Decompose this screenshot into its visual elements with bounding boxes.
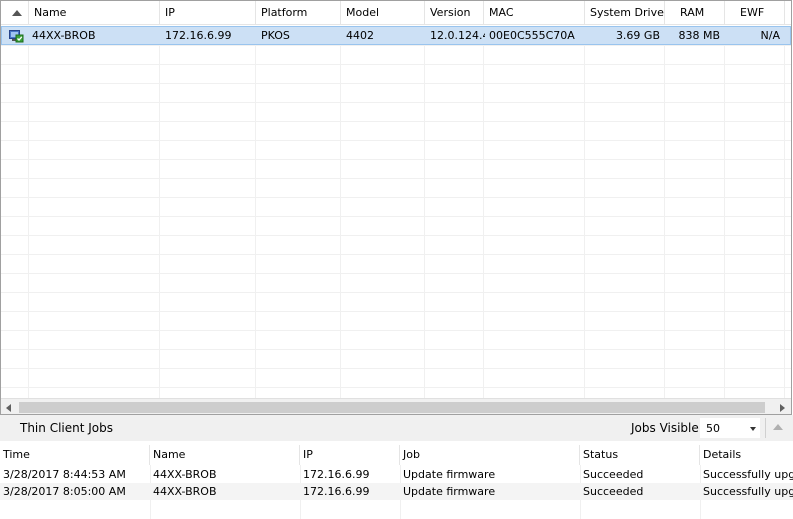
grid-line	[1, 159, 791, 160]
grid-line	[724, 26, 725, 398]
grid-line	[1, 349, 791, 350]
grid-line	[1, 197, 791, 198]
cell-name: 44XX-BROB	[32, 29, 96, 42]
device-grid[interactable]: Name IP Platform Model Version MAC Syste…	[0, 0, 792, 415]
cell-details: Successfully upgr	[703, 468, 793, 481]
grid-line	[1, 45, 791, 46]
grid-line	[340, 26, 341, 398]
jobs-column-header-ip[interactable]: IP	[300, 445, 400, 465]
grid-line	[1, 64, 791, 65]
grid-line	[1, 273, 791, 274]
cell-status: Succeeded	[583, 468, 644, 481]
grid-line	[1, 387, 791, 388]
chevron-down-icon	[750, 427, 756, 431]
grid-line	[1, 140, 791, 141]
jobs-column-header-status[interactable]: Status	[580, 445, 700, 465]
table-row[interactable]: 3/28/2017 8:05:00 AM 44XX-BROB 172.16.6.…	[0, 483, 793, 500]
scroll-right-icon[interactable]	[774, 399, 791, 414]
scroll-left-icon[interactable]	[1, 399, 18, 414]
cell-time: 3/28/2017 8:44:53 AM	[3, 468, 126, 481]
jobs-grid[interactable]: Time Name IP Job Status Details 3/28/201…	[0, 441, 793, 519]
grid-line	[1, 102, 791, 103]
device-grid-header: Name IP Platform Model Version MAC Syste…	[1, 1, 791, 25]
grid-line	[1, 330, 791, 331]
cell-job: Update firmware	[403, 485, 496, 498]
table-row[interactable]: 44XX-BROB 172.16.6.99 PKOS 4402 12.0.124…	[1, 26, 791, 45]
jobs-visible-label: Jobs Visible:	[631, 421, 703, 435]
device-grid-body: 44XX-BROB 172.16.6.99 PKOS 4402 12.0.124…	[1, 26, 791, 398]
grid-line	[1, 368, 791, 369]
jobs-panel-title: Thin Client Jobs	[20, 421, 113, 435]
cell-mac: 00E0C555C70A	[489, 29, 575, 42]
grid-line	[664, 26, 665, 398]
column-header-name[interactable]: Name	[29, 1, 160, 25]
grid-line	[1, 178, 791, 179]
thin-client-device-icon	[9, 30, 24, 43]
jobs-column-header-job[interactable]: Job	[400, 445, 580, 465]
column-header-system-drive[interactable]: System Drive	[585, 1, 665, 25]
cell-ip: 172.16.6.99	[165, 29, 232, 42]
cell-model: 4402	[346, 29, 374, 42]
cell-ip: 172.16.6.99	[303, 485, 370, 498]
column-header-version[interactable]: Version	[425, 1, 484, 25]
grid-line	[1, 216, 791, 217]
cell-ip: 172.16.6.99	[303, 468, 370, 481]
cell-details: Successfully upgr	[703, 485, 793, 498]
grid-line	[584, 26, 585, 398]
grid-line	[159, 26, 160, 398]
cell-ram: 838 MB	[678, 29, 720, 42]
cell-platform: PKOS	[261, 29, 290, 42]
column-header-model[interactable]: Model	[341, 1, 425, 25]
scrollbar-thumb[interactable]	[19, 402, 765, 413]
grid-line	[483, 26, 484, 398]
column-header-ip[interactable]: IP	[160, 1, 256, 25]
cell-version: 12.0.124.4	[430, 29, 485, 42]
jobs-visible-select[interactable]: 50	[700, 418, 760, 438]
sort-column-header[interactable]	[1, 1, 29, 25]
cell-name: 44XX-BROB	[153, 485, 217, 498]
column-header-ram[interactable]: RAM	[665, 1, 725, 25]
grid-line	[1, 254, 791, 255]
horizontal-scrollbar[interactable]	[1, 398, 791, 414]
cell-system-drive: 3.69 GB	[615, 29, 660, 42]
cell-job: Update firmware	[403, 468, 496, 481]
grid-line	[255, 26, 256, 398]
grid-line	[1, 311, 791, 312]
jobs-visible-value: 50	[706, 422, 720, 435]
grid-line	[424, 26, 425, 398]
column-header-ewf[interactable]: EWF	[725, 1, 785, 25]
grid-line	[28, 26, 29, 398]
grid-line	[1, 235, 791, 236]
jobs-column-header-details[interactable]: Details	[700, 445, 793, 465]
sort-ascending-icon	[12, 10, 22, 16]
table-row[interactable]: 3/28/2017 8:44:53 AM 44XX-BROB 172.16.6.…	[0, 466, 793, 483]
grid-line	[1, 121, 791, 122]
cell-time: 3/28/2017 8:05:00 AM	[3, 485, 126, 498]
collapse-panel-button[interactable]	[765, 418, 790, 438]
cell-status: Succeeded	[583, 485, 644, 498]
jobs-column-header-name[interactable]: Name	[150, 445, 300, 465]
column-header-mac[interactable]: MAC	[484, 1, 585, 25]
grid-line	[1, 292, 791, 293]
column-header-platform[interactable]: Platform	[256, 1, 341, 25]
jobs-column-header-time[interactable]: Time	[0, 445, 150, 465]
cell-ewf: N/A	[760, 29, 780, 42]
grid-line	[784, 26, 785, 398]
cell-name: 44XX-BROB	[153, 468, 217, 481]
grid-line	[1, 83, 791, 84]
jobs-toolbar: Thin Client Jobs Jobs Visible: 50	[0, 415, 793, 441]
